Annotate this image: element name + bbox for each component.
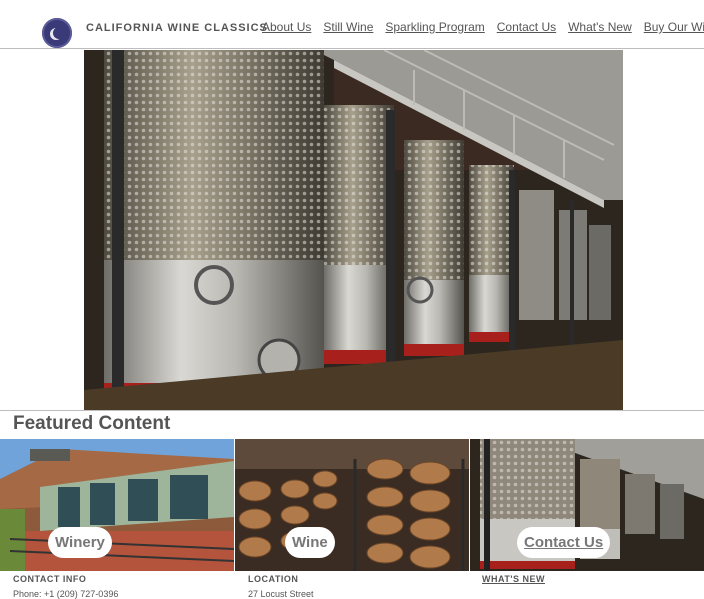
nav-about-us[interactable]: About Us — [262, 20, 311, 34]
featured-tiles: Winery Wine Contact Us — [0, 439, 704, 571]
winery-tile-label[interactable]: Winery — [48, 527, 112, 558]
footer-contact-info: CONTACT INFO Phone: +1 (209) 727-0396 — [13, 574, 118, 599]
hero-image-fermentation-tanks — [84, 50, 623, 410]
contact-info-heading: CONTACT INFO — [13, 574, 87, 584]
footer-location: LOCATION 27 Locust Street — [248, 574, 314, 599]
crescent-moon-icon — [53, 27, 65, 39]
footer-whats-new: WHAT'S NEW — [482, 574, 545, 584]
site-brand[interactable]: CALIFORNIA WINE CLASSICS — [86, 22, 268, 34]
nav-buy-our-wine[interactable]: Buy Our Wine — [644, 20, 704, 34]
main-nav: About Us Still Wine Sparkling Program Co… — [262, 20, 704, 34]
featured-content-heading: Featured Content — [13, 413, 171, 434]
tank-room-illustration — [84, 50, 623, 410]
featured-tile-winery[interactable]: Winery — [0, 439, 234, 571]
wine-tile-label[interactable]: Wine — [285, 527, 335, 558]
winery-building-image — [0, 439, 234, 571]
featured-tile-contact-us[interactable]: Contact Us — [470, 439, 704, 571]
header-divider — [0, 48, 704, 49]
featured-tile-wine[interactable]: Wine — [235, 439, 469, 571]
site-header: CALIFORNIA WINE CLASSICS About Us Still … — [0, 0, 704, 49]
moon-logo-icon[interactable] — [42, 18, 72, 48]
contact-phone: Phone: +1 (209) 727-0396 — [13, 589, 119, 599]
section-divider — [0, 410, 704, 411]
nav-sparkling-program[interactable]: Sparkling Program — [385, 20, 484, 34]
whats-new-heading-link[interactable]: WHAT'S NEW — [482, 574, 545, 584]
nav-whats-new[interactable]: What's New — [568, 20, 632, 34]
nav-contact-us[interactable]: Contact Us — [497, 20, 556, 34]
barrel-room-image — [235, 439, 469, 571]
nav-still-wine[interactable]: Still Wine — [323, 20, 373, 34]
location-heading: LOCATION — [248, 574, 299, 584]
contact-us-tile-label[interactable]: Contact Us — [517, 527, 611, 558]
location-address: 27 Locust Street — [248, 589, 314, 599]
